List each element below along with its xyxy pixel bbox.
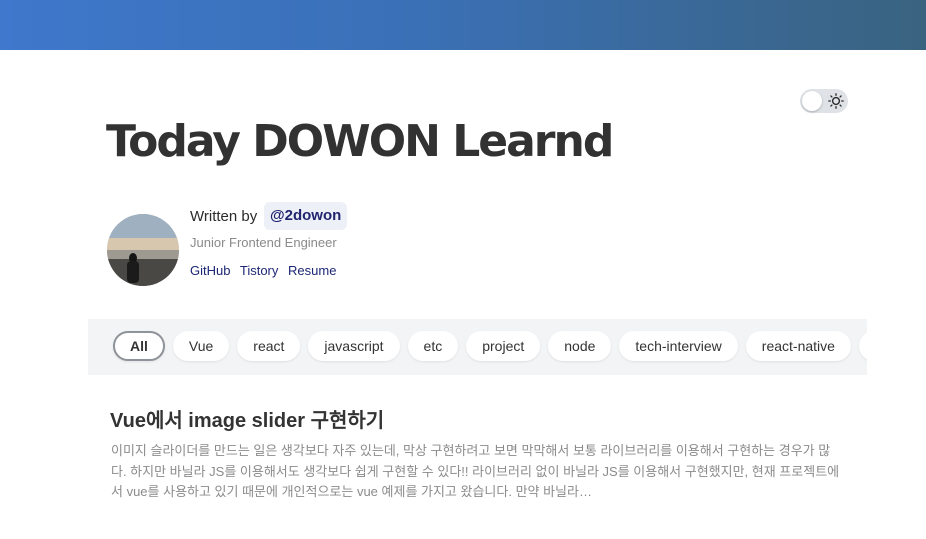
github-link[interactable]: GitHub [190,263,230,278]
theme-toggle[interactable] [800,89,848,113]
avatar-image [107,214,179,286]
tag-project[interactable]: project [466,331,541,361]
tag-vue[interactable]: Vue [172,331,230,361]
post-excerpt: 이미지 슬라이더를 만드는 일은 생각보다 자주 있는데, 막상 구현하려고 보… [111,443,840,499]
tag-overflow[interactable] [858,331,867,361]
tag-node[interactable]: node [548,331,612,361]
tag-filter-bar: All Vue react javascript etc project nod… [88,319,867,375]
tistory-link[interactable]: Tistory [240,263,279,278]
author-handle[interactable]: @2dowon [264,202,348,230]
avatar [107,214,179,286]
tag-list: All Vue react javascript etc project nod… [113,331,867,361]
post-title[interactable]: Vue에서 image slider 구현하기 [110,404,384,433]
tag-etc[interactable]: etc [407,331,459,361]
written-by-label: Written by [190,208,258,225]
tag-react[interactable]: react [237,331,301,361]
tag-javascript[interactable]: javascript [308,331,400,361]
resume-link[interactable]: Resume [288,263,336,278]
tag-all[interactable]: All [113,331,165,361]
author-links: GitHub Tistory Resume [190,263,342,278]
top-bar [0,0,926,50]
tag-react-native[interactable]: react-native [745,331,851,361]
toggle-knob[interactable] [802,91,822,111]
sun-icon [828,93,844,109]
author-job: Junior Frontend Engineer [190,235,337,250]
tag-tech-interview[interactable]: tech-interview [619,331,738,361]
blog-title[interactable]: Today DOWON Learnd [106,116,614,167]
